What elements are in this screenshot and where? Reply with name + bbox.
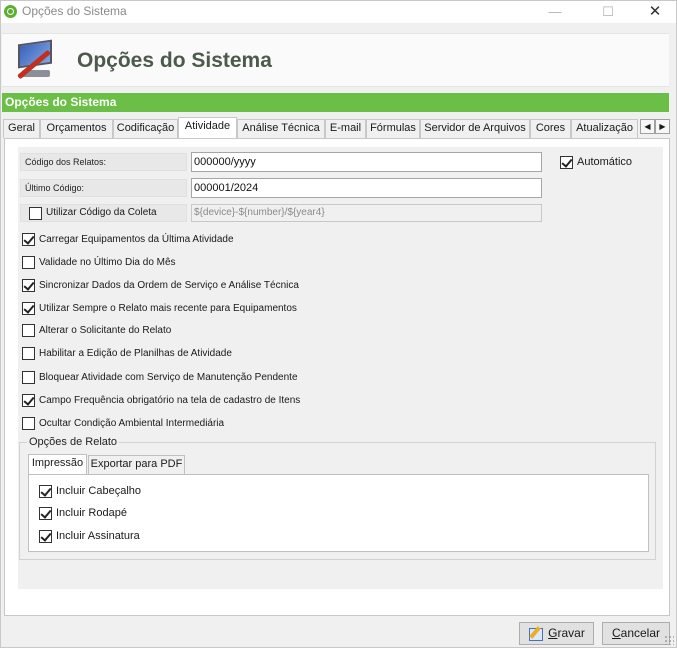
ultimo-codigo-input[interactable]: 000001/2024 [191,178,542,198]
option-label: Campo Frequência obrigatório na tela de … [39,394,301,406]
utilizar-codigo-coleta-row: Utilizar Código da Coleta [20,204,187,222]
close-button[interactable]: ✕ [632,2,677,22]
tab-atividade[interactable]: Atividade [178,117,237,138]
save-button[interactable]: Gravar [519,622,594,645]
option-check-icon[interactable] [22,278,35,292]
tab-orcamentos[interactable]: Orçamentos [40,119,113,138]
dialog-header: Opções do Sistema [2,33,669,87]
tab-servidor-arquivos[interactable]: Servidor de Arquivos [420,119,530,138]
window-title: Opções do Sistema [22,4,127,18]
incluir-cabecalho-checkbox[interactable]: Incluir Cabeçalho [39,483,141,499]
minimize-button[interactable]: — [532,2,578,22]
codigo-relatos-label: Código dos Relatos: [20,153,187,171]
tab-geral[interactable]: Geral [3,119,40,138]
options-window: Opções do Sistema — ☐ ✕ Opções do Sistem… [0,0,677,648]
option-carregar-equipamentos[interactable]: Carregar Equipamentos da Última Atividad… [22,231,234,247]
option-check-icon[interactable] [22,232,35,246]
incluir-check-icon[interactable] [39,529,52,543]
option-edicao-planilhas[interactable]: Habilitar a Edição de Planilhas de Ativi… [22,345,232,361]
utilizar-codigo-coleta-label: Utilizar Código da Coleta [46,207,157,218]
option-check-icon[interactable] [22,323,35,337]
save-label: ravar [557,626,585,640]
cancel-label: ancelar [620,626,661,640]
option-alterar-solicitante[interactable]: Alterar o Solicitante do Relato [22,322,171,338]
app-logo-icon [4,5,17,18]
incluir-check-icon[interactable] [39,506,52,520]
option-label: Alterar o Solicitante do Relato [39,324,172,336]
option-check-icon[interactable] [22,416,35,430]
save-accel: G [548,626,558,640]
section-bar: Opções do Sistema [2,93,669,112]
tab-formulas[interactable]: Fórmulas [366,119,420,138]
option-check-icon[interactable] [22,370,35,384]
automatico-checkbox[interactable]: Automático [560,154,632,170]
cancel-accel: C [611,626,621,640]
utilizar-codigo-coleta-check-icon[interactable] [29,206,42,220]
option-label: Validade no Último Dia do Mês [39,256,176,268]
tab-scroll-right-button[interactable]: ▶ [655,119,670,134]
option-label: Bloquear Atividade com Serviço de Manute… [39,371,298,383]
option-sincronizar-dados[interactable]: Sincronizar Dados da Ordem de Serviço e … [22,277,299,293]
tab-email[interactable]: E-mail [325,119,366,138]
option-validade-ultimo-dia[interactable]: Validade no Último Dia do Mês [22,254,176,270]
ultimo-codigo-label: Último Código: [20,179,187,197]
option-label: Habilitar a Edição de Planilhas de Ativi… [39,347,232,359]
codigo-relatos-input[interactable]: 000000/yyyy [191,152,542,172]
incluir-assinatura-checkbox[interactable]: Incluir Assinatura [39,528,140,544]
tab-atualizacao[interactable]: Atualização [571,119,638,138]
option-label: Ocultar Condição Ambiental Intermediária [39,417,225,429]
incluir-label: Incluir Cabeçalho [56,485,141,497]
tab-strip: Geral Orçamentos Codificação Atividade A… [2,117,672,138]
option-bloquear-atividade[interactable]: Bloquear Atividade com Serviço de Manute… [22,369,298,385]
option-ocultar-condicao[interactable]: Ocultar Condição Ambiental Intermediária [22,415,224,431]
incluir-label: Incluir Assinatura [56,530,140,542]
maximize-button[interactable]: ☐ [585,2,631,22]
option-check-icon[interactable] [22,393,35,407]
computer-tools-icon [12,39,62,84]
cancel-button[interactable]: Cancelar [602,622,670,645]
title-bar: Opções do Sistema — ☐ ✕ [1,1,676,23]
option-campo-frequencia[interactable]: Campo Frequência obrigatório na tela de … [22,392,300,408]
automatico-label: Automático [577,156,633,168]
automatico-check-icon[interactable] [560,155,573,169]
option-check-icon[interactable] [22,255,35,269]
utilizar-codigo-coleta-checkbox[interactable]: Utilizar Código da Coleta [29,205,186,221]
tab-cores[interactable]: Cores [530,119,571,138]
incluir-label: Incluir Rodapé [56,507,127,519]
header-title: Opções do Sistema [77,49,272,72]
option-label: Utilizar Sempre o Relato mais recente pa… [39,302,297,314]
option-check-icon[interactable] [22,346,35,360]
option-label: Carregar Equipamentos da Última Atividad… [39,233,234,245]
tab-analise-tecnica[interactable]: Análise Técnica [237,119,325,138]
relato-options-title: Opções de Relato [27,436,120,448]
tab-scroll-left-button[interactable]: ◀ [640,119,655,134]
option-check-icon[interactable] [22,301,35,315]
option-label: Sincronizar Dados da Ordem de Serviço e … [39,279,299,291]
subtab-impressao[interactable]: Impressão [28,454,87,474]
subtab-exportar-pdf[interactable]: Exportar para PDF [88,455,185,474]
incluir-check-icon[interactable] [39,484,52,498]
resize-grip[interactable] [664,635,674,645]
codigo-coleta-pattern-input: ${device}-${number}/${year4} [191,204,542,222]
tab-codificacao[interactable]: Codificação [113,119,178,138]
option-relato-mais-recente[interactable]: Utilizar Sempre o Relato mais recente pa… [22,300,297,316]
pencil-icon [528,626,544,641]
incluir-rodape-checkbox[interactable]: Incluir Rodapé [39,505,127,521]
